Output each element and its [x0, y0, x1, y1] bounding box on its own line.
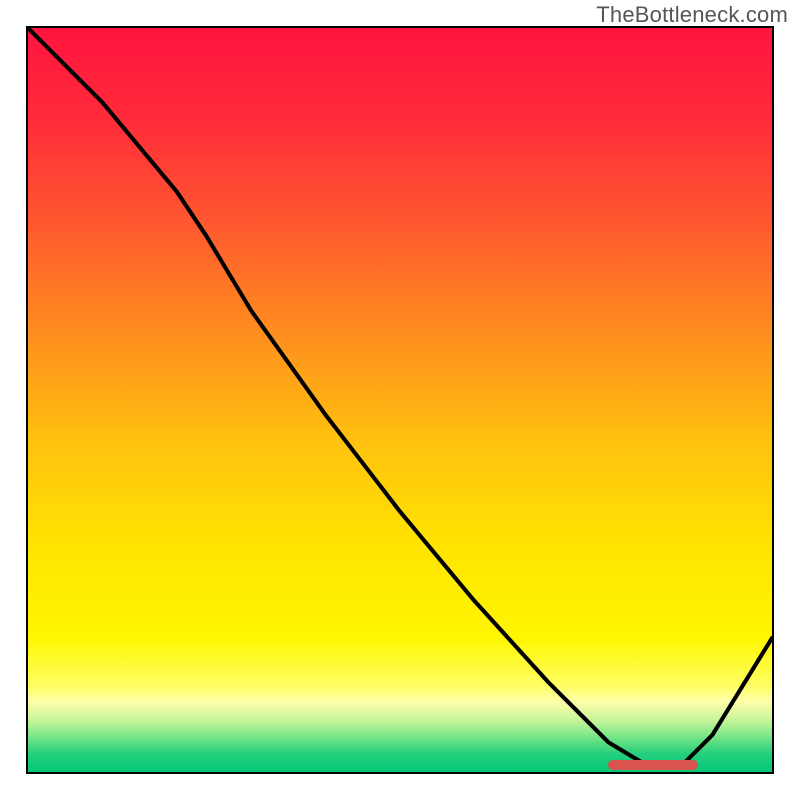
optimal-range-marker [608, 760, 697, 770]
attribution-text: TheBottleneck.com [596, 2, 788, 28]
bottleneck-curve [28, 28, 772, 772]
chart-frame: TheBottleneck.com [0, 0, 800, 800]
plot-area [26, 26, 774, 774]
